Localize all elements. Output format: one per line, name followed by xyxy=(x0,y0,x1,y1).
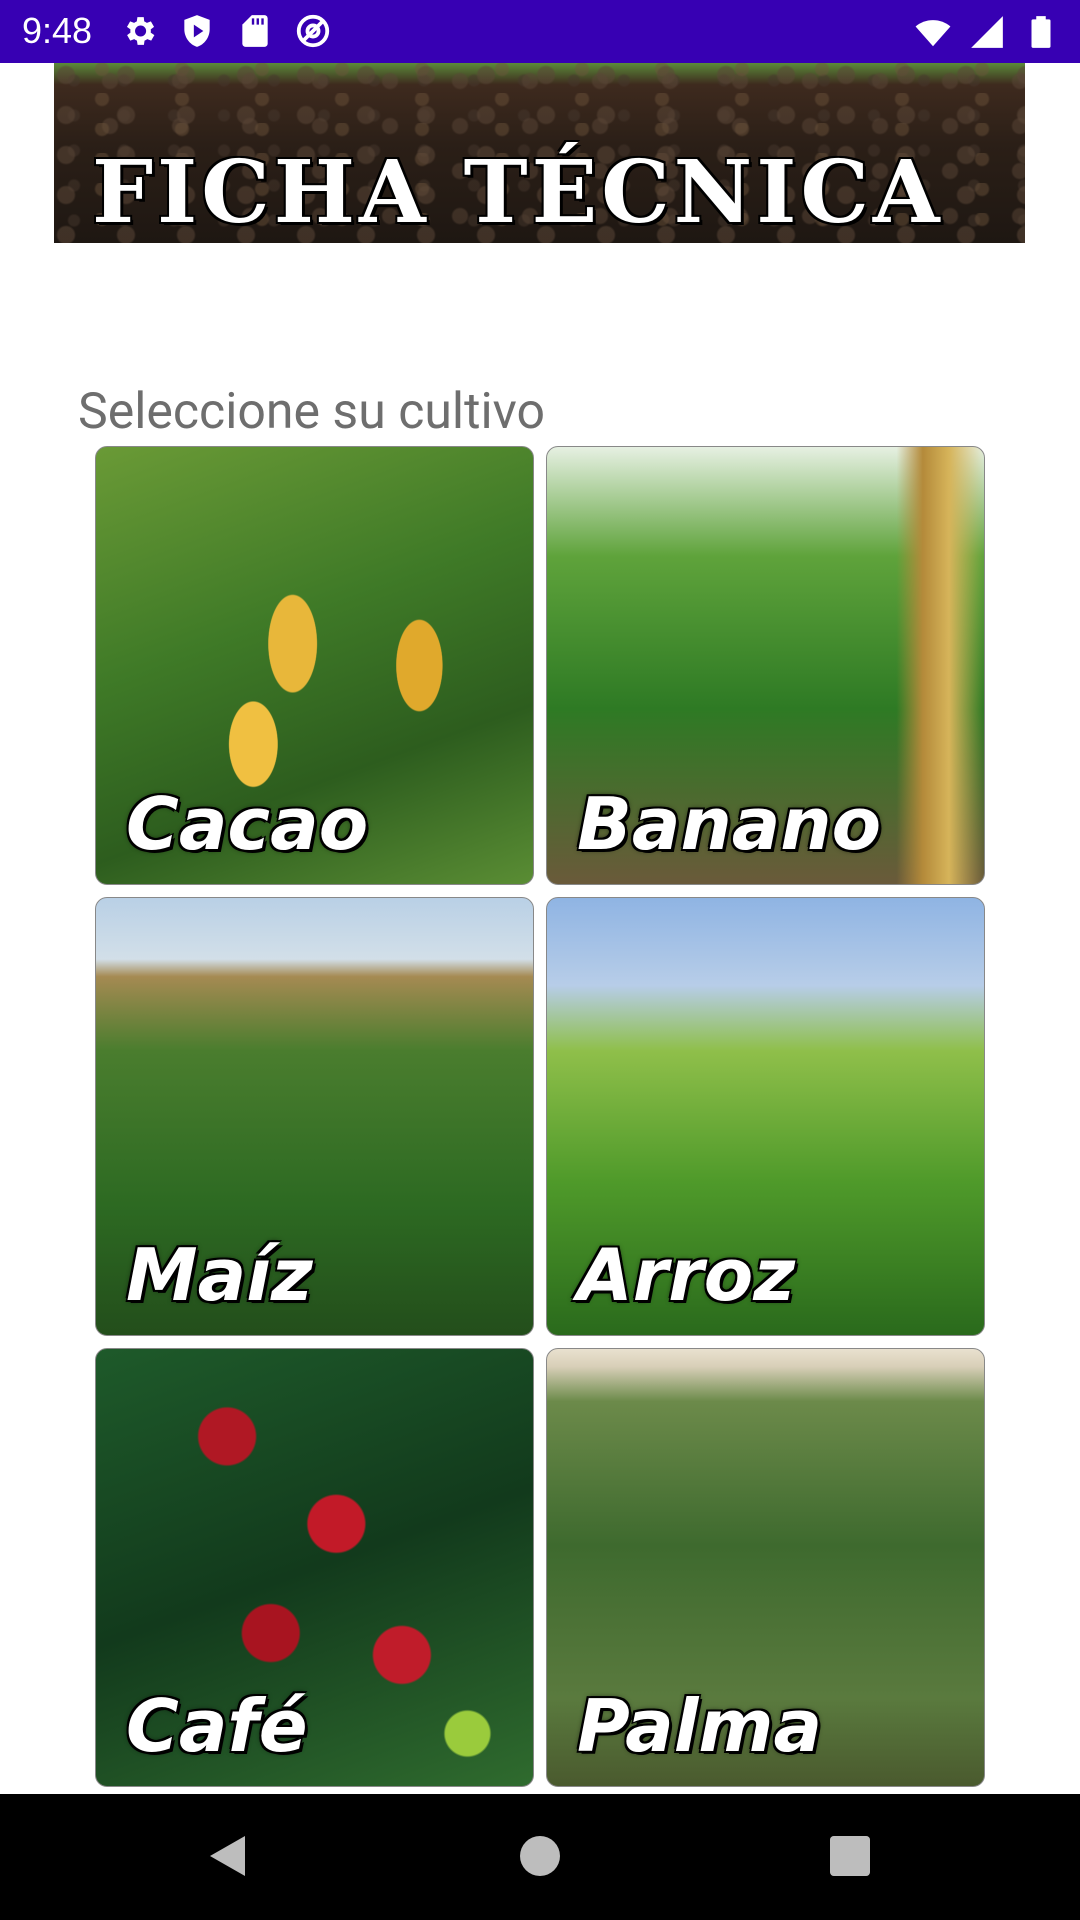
home-icon[interactable] xyxy=(510,1826,570,1886)
crop-tile-arroz[interactable]: Arroz xyxy=(546,897,985,1336)
header-banner: FICHA TÉCNICA xyxy=(54,63,1025,243)
signal-icon xyxy=(971,16,1003,48)
crop-label-cafe: Café xyxy=(126,1684,308,1768)
status-time: 9:48 xyxy=(22,10,93,51)
section-label: Seleccione su cultivo xyxy=(78,383,545,441)
navigation-bar xyxy=(0,1794,1080,1920)
play-shield-icon xyxy=(184,15,210,47)
status-bar: 9:48 xyxy=(0,0,1080,63)
gear-icon xyxy=(126,17,155,45)
crop-tile-cafe[interactable]: Café xyxy=(95,1348,534,1787)
recents-icon[interactable] xyxy=(820,1826,880,1886)
battery-icon xyxy=(1031,16,1051,48)
status-icons-left xyxy=(120,12,332,52)
wifi-icon xyxy=(915,20,951,47)
sd-card-icon xyxy=(242,15,268,47)
crop-label-arroz: Arroz xyxy=(577,1233,796,1317)
status-icons-right xyxy=(914,12,1060,52)
banner-title: FICHA TÉCNICA xyxy=(92,142,944,243)
crop-tile-cacao[interactable]: Cacao xyxy=(95,446,534,885)
back-icon[interactable] xyxy=(200,1826,260,1886)
crop-tile-maiz[interactable]: Maíz xyxy=(95,897,534,1336)
crop-label-maiz: Maíz xyxy=(126,1233,313,1317)
crop-label-banano: Banano xyxy=(577,782,882,866)
at-sign-icon xyxy=(296,14,330,48)
crop-label-cacao: Cacao xyxy=(126,782,369,866)
crop-label-palma: Palma xyxy=(577,1684,823,1768)
crop-tile-palma[interactable]: Palma xyxy=(546,1348,985,1787)
crop-tile-banano[interactable]: Banano xyxy=(546,446,985,885)
